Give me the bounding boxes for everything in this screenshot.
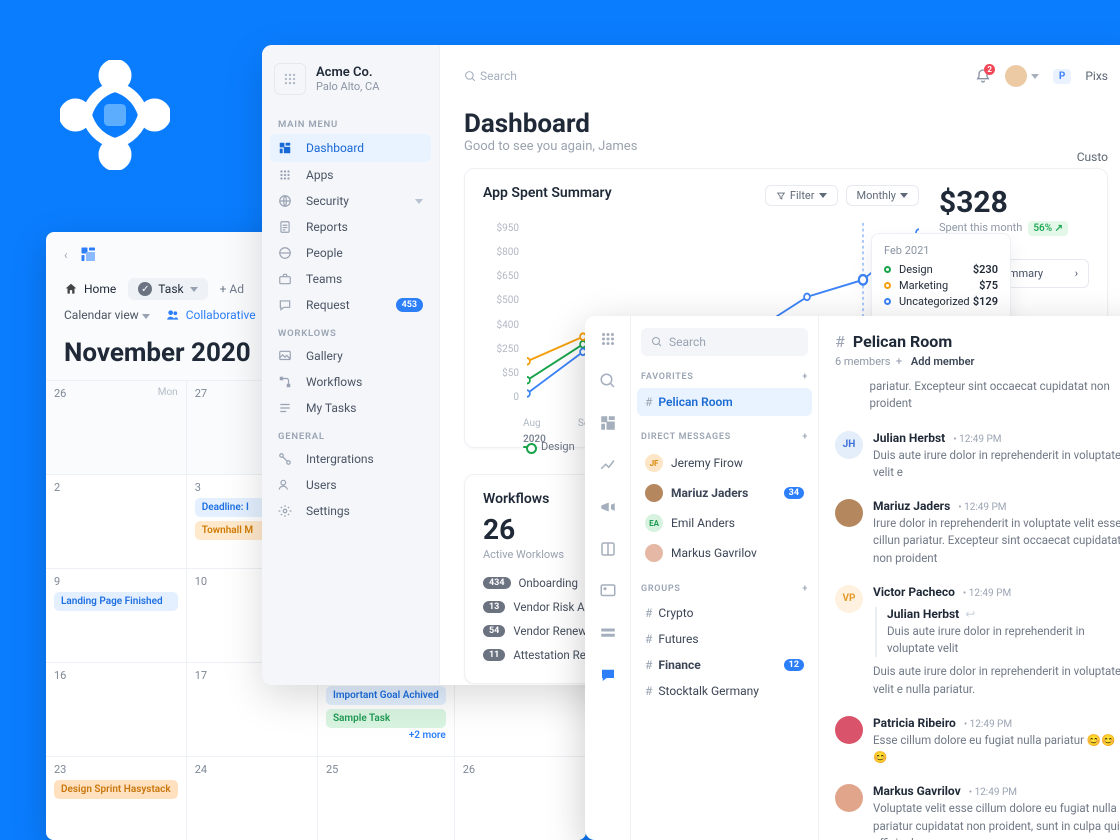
sidebar-section-label: GENERAL — [262, 421, 439, 446]
workspace-badge[interactable]: P — [1053, 69, 1071, 84]
event-chip[interactable]: Sample Task — [326, 709, 446, 728]
dm-item[interactable]: Mariuz Jaders34 — [641, 478, 808, 508]
dashboard-icon — [278, 141, 292, 155]
add-button[interactable]: + Ad — [220, 282, 244, 296]
trend-icon[interactable] — [599, 456, 617, 474]
grid-icon[interactable] — [599, 330, 617, 348]
avatar — [1005, 65, 1027, 87]
chat-room-title: #Pelican Room — [835, 332, 1120, 351]
home-icon — [64, 282, 78, 296]
sidebar-item-people[interactable]: People — [262, 240, 439, 266]
group-item[interactable]: #Finance12 — [641, 652, 808, 678]
book-icon[interactable] — [599, 540, 617, 558]
sidebar-section-label: WORKLOWS — [262, 318, 439, 343]
chat-sidebar: Search FAVORITES+ #Pelican Room DIRECT M… — [631, 316, 819, 840]
page-title: Dashboard — [464, 109, 1108, 139]
workspace-label: Pixs — [1085, 69, 1108, 83]
dm-item[interactable]: JFJeremy Firow — [641, 448, 808, 478]
avatar: JH — [835, 431, 863, 459]
avatar — [835, 499, 863, 527]
check-icon: ✓ — [138, 282, 152, 296]
sidebar-item-request[interactable]: Request 453 — [262, 292, 439, 318]
sidebar: Acme Co. Palo Alto, CA MAIN MENU Dashboa… — [262, 45, 440, 685]
chat-search-input[interactable]: Search — [641, 328, 808, 356]
kpi-value: $328 — [939, 185, 1089, 220]
people-icon — [166, 308, 180, 322]
collab-filter[interactable]: Collaborative — [166, 308, 256, 322]
image-icon — [278, 349, 292, 363]
product-logo — [60, 60, 170, 170]
back-icon[interactable]: ‹ — [64, 248, 68, 262]
add-member-button[interactable]: + Add member — [896, 355, 975, 368]
search-icon — [651, 336, 663, 348]
filter-button[interactable]: Filter — [765, 185, 838, 206]
add-dm-button[interactable]: + — [802, 432, 808, 442]
reply-icon: ↩ — [965, 607, 975, 621]
avatar: VP — [835, 585, 863, 613]
add-group-button[interactable]: + — [802, 584, 808, 594]
branch-icon — [278, 452, 292, 466]
customize-button[interactable]: Custo — [1077, 150, 1108, 164]
image-icon[interactable] — [599, 582, 617, 600]
more-events-link[interactable]: +2 more — [326, 730, 446, 741]
period-button[interactable]: Monthly — [846, 185, 920, 206]
search-icon — [464, 70, 477, 83]
sidebar-item-reports[interactable]: Reports — [262, 214, 439, 240]
search-input[interactable]: Search — [464, 69, 517, 83]
user-menu[interactable] — [1005, 65, 1039, 87]
search-icon[interactable] — [599, 372, 617, 390]
gear-icon — [278, 504, 292, 518]
clipboard-icon — [278, 220, 292, 234]
kpi-percent-badge: 56% ↗ — [1028, 221, 1068, 236]
sidebar-item-security[interactable]: Security — [262, 188, 439, 214]
dashboard-icon[interactable] — [599, 414, 617, 432]
sidebar-section-label: MAIN MENU — [262, 109, 439, 134]
event-chip[interactable]: Landing Page Finished — [54, 592, 178, 611]
sidebar-item-integrations[interactable]: Intergrations — [262, 446, 439, 472]
event-chip[interactable]: Design Sprint Hasystack — [54, 780, 178, 799]
dm-item[interactable]: EAEmil Anders — [641, 508, 808, 538]
chart-tooltip: Feb 2021Design$230Marketing$75Uncategori… — [871, 233, 1011, 322]
chat-channel-pelican[interactable]: #Pelican Room — [637, 388, 812, 416]
sidebar-item-apps[interactable]: Apps — [262, 162, 439, 188]
notifications-button[interactable]: 2 — [975, 68, 991, 84]
group-item[interactable]: #Crypto — [641, 600, 808, 626]
group-item[interactable]: #Stocktalk Germany — [641, 678, 808, 704]
chat-window: Search FAVORITES+ #Pelican Room DIRECT M… — [585, 316, 1120, 840]
sidebar-item-mytasks[interactable]: My Tasks — [262, 395, 439, 421]
avatar — [835, 784, 863, 812]
add-favorite-button[interactable]: + — [802, 372, 808, 382]
apps-icon — [278, 168, 292, 182]
group-item[interactable]: #Futures — [641, 626, 808, 652]
sidebar-item-gallery[interactable]: Gallery — [262, 343, 439, 369]
list-icon — [278, 401, 292, 415]
message-icon — [278, 298, 292, 312]
sidebar-item-dashboard[interactable]: Dashboard — [270, 134, 431, 162]
sidebar-item-users[interactable]: Users — [262, 472, 439, 498]
megaphone-icon[interactable] — [599, 498, 617, 516]
view-switch[interactable]: Calendar view — [64, 308, 150, 322]
layers-icon[interactable] — [599, 624, 617, 642]
request-badge: 453 — [396, 298, 423, 312]
users-icon — [278, 478, 292, 492]
sidebar-item-teams[interactable]: Teams — [262, 266, 439, 292]
app-logo-icon — [80, 246, 98, 264]
dm-item[interactable]: Markus Gavrilov — [641, 538, 808, 568]
grid-icon — [274, 63, 306, 95]
globe-icon — [278, 246, 292, 260]
page-subtitle: Good to see you again, James — [464, 139, 1108, 154]
filter-icon — [776, 191, 786, 201]
company-switcher[interactable]: Acme Co. Palo Alto, CA — [262, 45, 439, 109]
breadcrumb-home[interactable]: Home — [64, 282, 116, 296]
sidebar-item-settings[interactable]: Settings — [262, 498, 439, 524]
workflow-icon — [278, 375, 292, 389]
chart-y-axis: $950$800$650$500$400$250$500 — [483, 223, 519, 403]
breadcrumb-task[interactable]: ✓ Task — [128, 278, 207, 300]
chat-icon[interactable] — [599, 666, 617, 684]
event-chip[interactable]: Important Goal Achived — [326, 686, 446, 705]
globe-icon — [278, 194, 292, 208]
briefcase-icon — [278, 272, 292, 286]
sidebar-item-workflows[interactable]: Workflows — [262, 369, 439, 395]
avatar — [835, 716, 863, 744]
